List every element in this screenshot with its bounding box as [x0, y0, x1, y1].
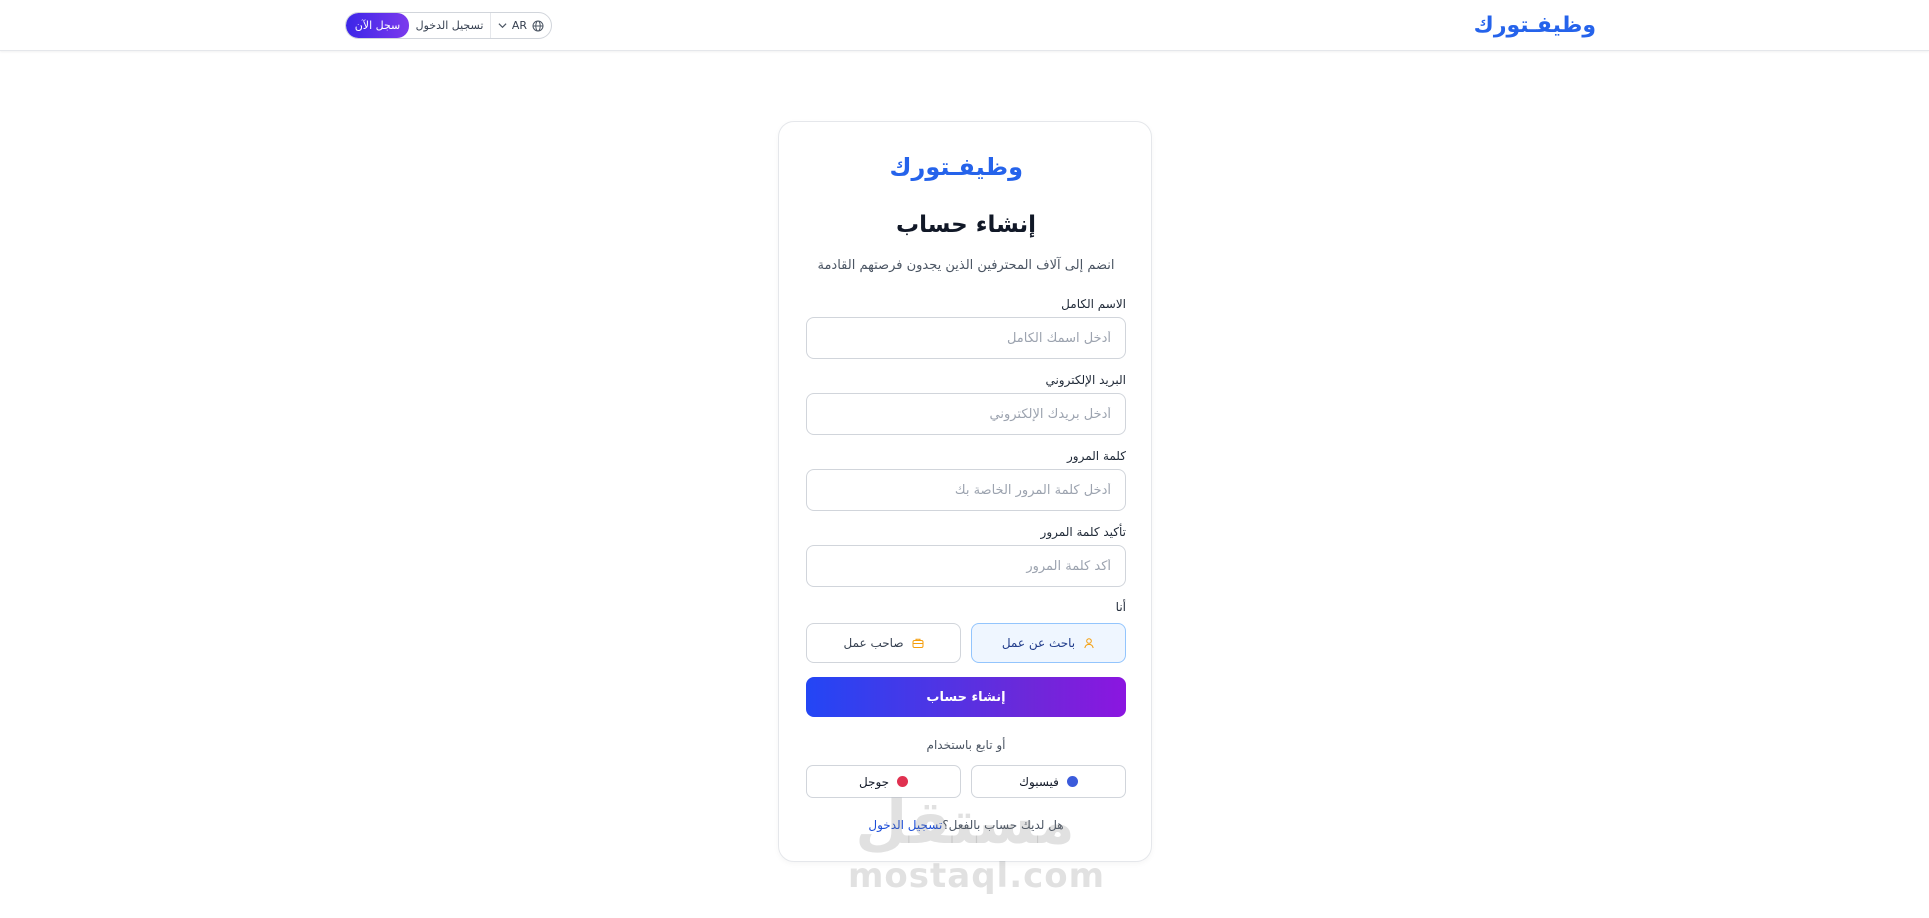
language-label: AR: [511, 19, 528, 32]
confirm-password-label: تأكيد كلمة المرور: [1040, 525, 1126, 539]
facebook-icon: [1066, 776, 1078, 787]
google-icon: [897, 776, 909, 787]
login-link[interactable]: تسجيل الدخول: [409, 13, 491, 38]
language-selector[interactable]: AR: [491, 13, 551, 38]
header-logo[interactable]: وظيفـتورك: [1474, 8, 1596, 44]
facebook-label: فيسبوك: [1019, 774, 1059, 789]
chevron-down-icon: [498, 23, 507, 29]
header-actions: سجل الآن تسجيل الدخول AR: [345, 12, 552, 39]
watermark-latin: mostaql.com: [848, 856, 1106, 896]
password-label: كلمة المرور: [1066, 449, 1126, 463]
password-input[interactable]: [806, 469, 1126, 511]
top-navbar: وظيفـتورك سجل الآن تسجيل الدخول AR: [0, 0, 1929, 51]
facebook-button[interactable]: فيسبوك: [971, 765, 1126, 798]
role-job-seeker-option[interactable]: باحث عن عمل: [971, 623, 1126, 663]
google-label: جوجل: [858, 774, 890, 789]
card-logo: وظيفـتورك: [889, 153, 1023, 181]
login-prompt: هل لديك حساب بالفعل؟تسجيل الدخول: [779, 818, 1153, 832]
globe-icon: [532, 20, 544, 31]
page-subtitle: انضم إلى آلاف المحترفين الذين يجدون فرصت…: [817, 258, 1115, 273]
signup-button[interactable]: سجل الآن: [346, 13, 409, 38]
page-title: إنشاء حساب: [895, 212, 1037, 238]
briefcase-icon: [912, 638, 924, 648]
role-label: أنا: [1115, 600, 1126, 614]
email-label: البريد الإلكتروني: [1045, 373, 1126, 387]
confirm-password-input[interactable]: [806, 545, 1126, 587]
role-job-seeker-label: باحث عن عمل: [1001, 636, 1076, 650]
login-prompt-question: هل لديك حساب بالفعل؟: [942, 818, 1064, 832]
login-prompt-link[interactable]: تسجيل الدخول: [868, 818, 942, 832]
role-employer-option[interactable]: صاحب عمل: [806, 623, 961, 663]
full-name-input[interactable]: [806, 317, 1126, 359]
role-employer-label: صاحب عمل: [843, 636, 904, 650]
register-card: وظيفـتورك إنشاء حساب انضم إلى آلاف المحت…: [778, 121, 1152, 862]
user-icon: [1084, 638, 1094, 649]
email-input[interactable]: [806, 393, 1126, 435]
full-name-label: الاسم الكامل: [1061, 297, 1126, 311]
google-button[interactable]: جوجل: [806, 765, 961, 798]
social-divider-text: أو تابع باستخدام: [926, 738, 1006, 752]
create-account-button[interactable]: إنشاء حساب: [806, 677, 1126, 717]
